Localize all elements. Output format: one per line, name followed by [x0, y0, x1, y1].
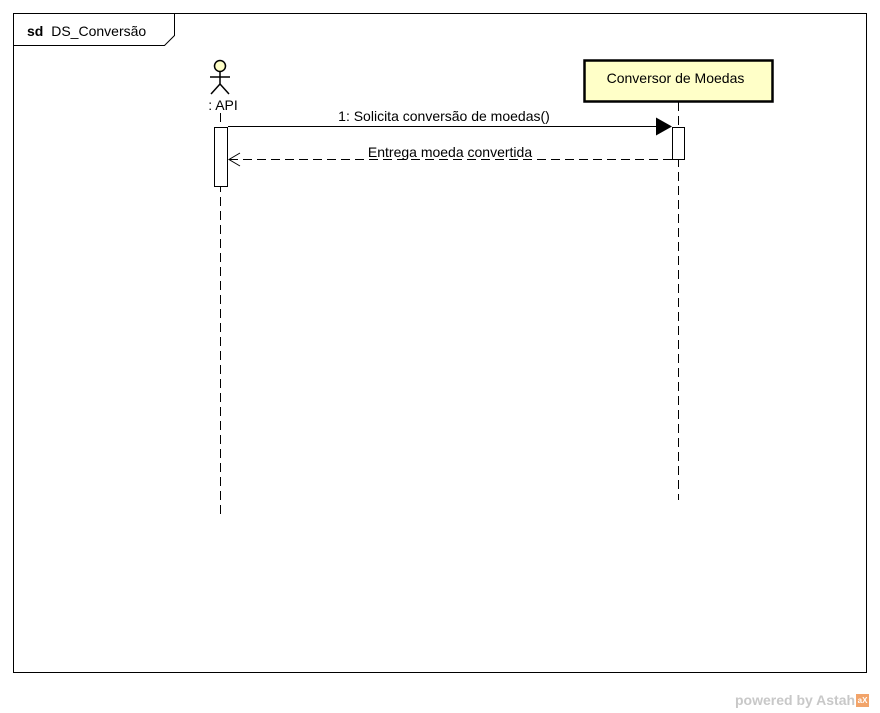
message-reply[interactable]: Entrega moeda convertida	[228, 144, 672, 167]
message-call-label: 1: Solicita conversão de moedas()	[338, 108, 550, 124]
message-call[interactable]: 1: Solicita conversão de moedas()	[228, 108, 672, 136]
frame-keyword: sd	[27, 23, 43, 39]
actor-api[interactable]: : API	[208, 59, 238, 114]
object-conversor-de-moedas[interactable]: Conversor de Moedas	[583, 59, 774, 103]
frame-name: DS_Conversão	[51, 23, 146, 39]
frame-title: sd DS_Conversão	[27, 23, 146, 39]
object-label: Conversor de Moedas	[607, 70, 745, 86]
watermark-text: powered by Astah	[735, 692, 856, 708]
astah-watermark: powered by Astah aX	[735, 690, 870, 710]
activation-bar-api	[214, 127, 228, 187]
filled-arrowhead-icon	[656, 117, 672, 136]
actor-head-icon	[213, 59, 227, 73]
activation-bar-conversor-de-moedas	[672, 127, 685, 160]
astah-logo-icon: aX	[856, 693, 870, 707]
message-reply-label: Entrega moeda convertida	[368, 144, 532, 160]
sequence-diagram: sd DS_Conversão : API Conversor de Moeda…	[13, 13, 867, 673]
actor-label: : API	[208, 97, 238, 113]
actor-right-leg	[219, 83, 230, 95]
actor-left-leg	[210, 83, 221, 95]
